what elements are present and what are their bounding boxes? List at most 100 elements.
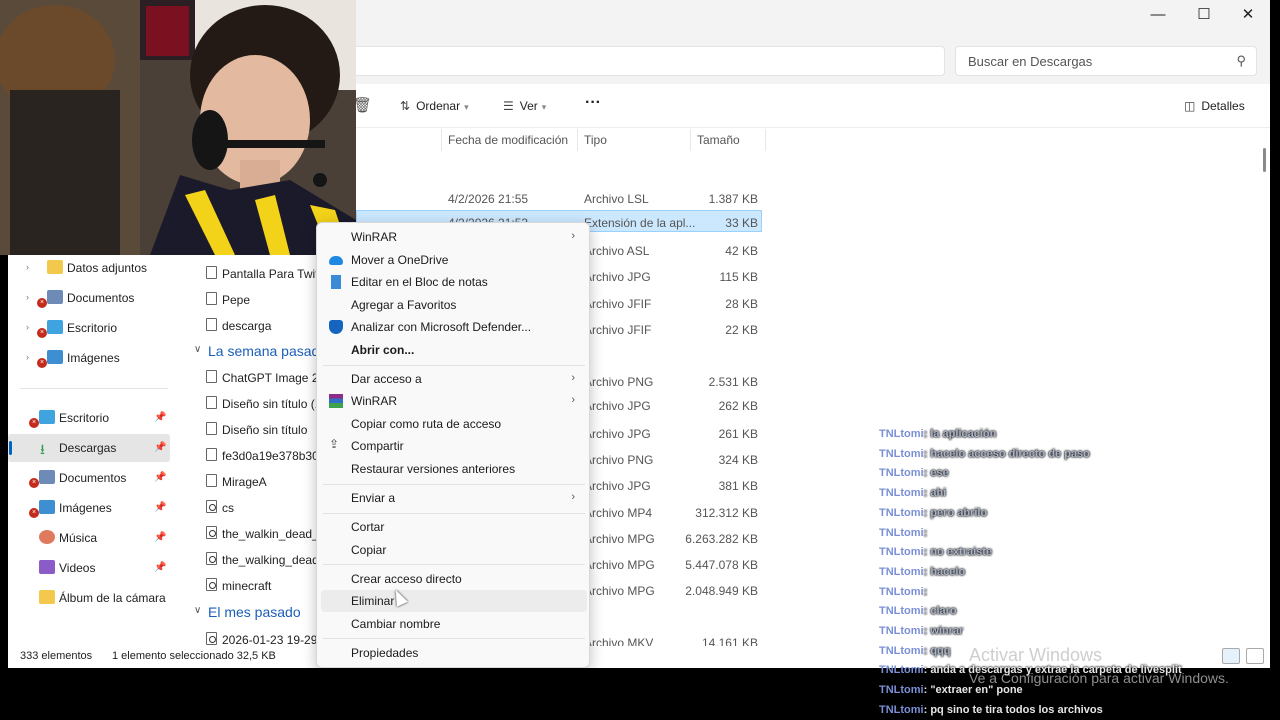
list-item[interactable]: Diseño sin título (184, 416, 329, 442)
menu-item-label: Propiedades (351, 646, 419, 660)
menu-item-label: Copiar (351, 543, 387, 557)
list-item[interactable]: cs (184, 494, 329, 520)
menu-item-rename[interactable]: Cambiar nombre (321, 613, 587, 635)
details-view-icon[interactable] (1222, 648, 1240, 664)
menu-separator (323, 513, 585, 514)
column-divider[interactable] (441, 129, 442, 151)
chevron-right-icon: › (26, 352, 29, 362)
scrollbar-thumb[interactable] (1263, 148, 1266, 172)
sync-error-icon: × (37, 328, 47, 338)
cell-size: 324 KB (718, 453, 758, 467)
column-divider[interactable] (577, 129, 578, 151)
cell-type: Archivo MPG (584, 532, 655, 546)
menu-item-copy[interactable]: Copiar (321, 539, 587, 561)
tiles-view-icon[interactable] (1246, 648, 1264, 664)
list-item[interactable]: descarga (184, 312, 329, 338)
column-header-type[interactable]: Tipo (584, 133, 607, 147)
cell-type: Archivo JFIF (584, 323, 652, 337)
videos-folder-icon (39, 560, 55, 574)
menu-item-cut[interactable]: Cortar (321, 516, 587, 538)
menu-item-edit-notepad[interactable]: Editar en el Bloc de notas (321, 271, 587, 293)
menu-item-share[interactable]: ⇪ Compartir (321, 435, 587, 457)
cell-size: 312.312 KB (695, 506, 758, 520)
cell-size: 261 KB (718, 427, 758, 441)
sidebar-item-imagenes[interactable]: › × Imágenes (8, 344, 170, 372)
list-item[interactable]: MirageA (184, 468, 329, 494)
list-item[interactable]: Pantalla Para Twitch (184, 260, 329, 286)
chevron-right-icon: › (571, 372, 575, 384)
menu-item-restore-versions[interactable]: Restaurar versiones anteriores (321, 458, 587, 480)
list-item[interactable]: Diseño sin título (1 (184, 390, 329, 416)
list-item[interactable]: the_walkin_dead_2 (184, 520, 329, 546)
activation-watermark-subtitle: Ve a Configuración para activar Windows. (969, 670, 1229, 686)
sidebar-item-escritorio-pinned[interactable]: × Escritorio 📌 (8, 404, 170, 432)
list-item[interactable]: Pepe (184, 286, 329, 312)
details-button[interactable]: ◫ Detalles (1184, 99, 1245, 113)
menu-item-give-access[interactable]: Dar acceso a › (321, 368, 587, 390)
vertical-scrollbar[interactable] (1258, 130, 1270, 650)
sidebar-item-album-camara[interactable]: Álbum de la cámara (8, 584, 170, 612)
file-name: descarga (222, 319, 272, 333)
menu-item-delete[interactable]: Eliminar (321, 590, 587, 612)
chevron-right-icon: › (26, 322, 29, 332)
sidebar-item-musica[interactable]: Música 📌 (8, 524, 170, 552)
sidebar-item-documentos-pinned[interactable]: × Documentos 📌 (8, 464, 170, 492)
sidebar-item-descargas[interactable]: ⭳ Descargas 📌 (8, 434, 170, 462)
search-input[interactable]: Buscar en Descargas ⚲ (955, 46, 1257, 76)
minimize-button[interactable]: — (1138, 4, 1178, 26)
list-item[interactable]: the_walking_dead (184, 546, 329, 572)
address-bar[interactable] (348, 46, 945, 76)
cell-type: Extensión de la apl... (584, 216, 696, 230)
menu-item-label: Cortar (351, 520, 385, 534)
pin-icon: 📌 (154, 412, 167, 423)
menu-item-winrar[interactable]: WinRAR › (321, 226, 587, 248)
sort-button[interactable]: ⇅ Ordenar ▾ (400, 99, 469, 113)
sidebar-item-datos-adjuntos[interactable]: › Datos adjuntos (8, 254, 170, 282)
pin-icon: 📌 (154, 502, 167, 513)
video-file-icon (206, 552, 217, 565)
close-button[interactable]: ✕ (1228, 4, 1268, 26)
cell-size: 42 KB (725, 244, 758, 258)
menu-item-properties[interactable]: Propiedades (321, 642, 587, 664)
view-button[interactable]: ☰ Ver ▾ (503, 99, 546, 113)
sidebar-item-label: Videos (59, 561, 96, 575)
sidebar-item-documentos[interactable]: › × Documentos (8, 284, 170, 312)
sidebar-item-videos[interactable]: Videos 📌 (8, 554, 170, 582)
cell-type: Archivo JPG (584, 479, 651, 493)
cell-type: Archivo MPG (584, 558, 655, 572)
menu-item-label: Dar acceso a (351, 372, 422, 386)
column-header-size[interactable]: Tamaño (697, 133, 740, 147)
chevron-down-icon: ▾ (464, 102, 469, 112)
cell-size: 2.531 KB (708, 375, 758, 389)
list-item[interactable]: fe3d0a19e378b30a4 (184, 442, 329, 468)
video-file-icon (206, 526, 217, 539)
sidebar-item-imagenes-pinned[interactable]: × Imágenes 📌 (8, 494, 170, 522)
menu-item-open-with[interactable]: Abrir con... (321, 339, 587, 361)
list-item[interactable]: minecraft (184, 572, 329, 598)
cell-type: Archivo JFIF (584, 297, 652, 311)
menu-item-scan-defender[interactable]: Analizar con Microsoft Defender... (321, 316, 587, 338)
maximize-button[interactable]: ☐ (1184, 4, 1224, 26)
menu-item-send-to[interactable]: Enviar a › (321, 487, 587, 509)
menu-item-label: WinRAR (351, 394, 398, 408)
menu-item-add-favorites[interactable]: Agregar a Favoritos (321, 294, 587, 316)
more-options-button[interactable]: ··· (585, 94, 601, 112)
file-name-column: Pantalla Para Twitch Pepe descarga ∨ La s… (184, 252, 329, 662)
chevron-down-icon: ∨ (194, 605, 202, 616)
sidebar-item-label: Escritorio (59, 411, 110, 425)
column-divider[interactable] (690, 129, 691, 151)
sidebar-item-label: Descargas (59, 441, 117, 455)
folder-icon (47, 260, 63, 274)
column-divider[interactable] (765, 129, 766, 151)
menu-item-move-onedrive[interactable]: Mover a OneDrive (321, 249, 587, 271)
column-header-modified[interactable]: Fecha de modificación (448, 133, 568, 147)
menu-item-winrar-2[interactable]: WinRAR › (321, 390, 587, 412)
sidebar-item-escritorio[interactable]: › × Escritorio (8, 314, 170, 342)
menu-item-create-shortcut[interactable]: Crear acceso directo (321, 568, 587, 590)
sidebar-item-label: Documentos (59, 471, 127, 485)
sort-icon: ⇅ (400, 99, 411, 113)
menu-item-label: Eliminar (351, 594, 395, 608)
menu-item-copy-path[interactable]: Copiar como ruta de acceso (321, 413, 587, 435)
list-item[interactable]: ChatGPT Image 28 (184, 364, 329, 390)
menu-item-label: Compartir (351, 439, 404, 453)
